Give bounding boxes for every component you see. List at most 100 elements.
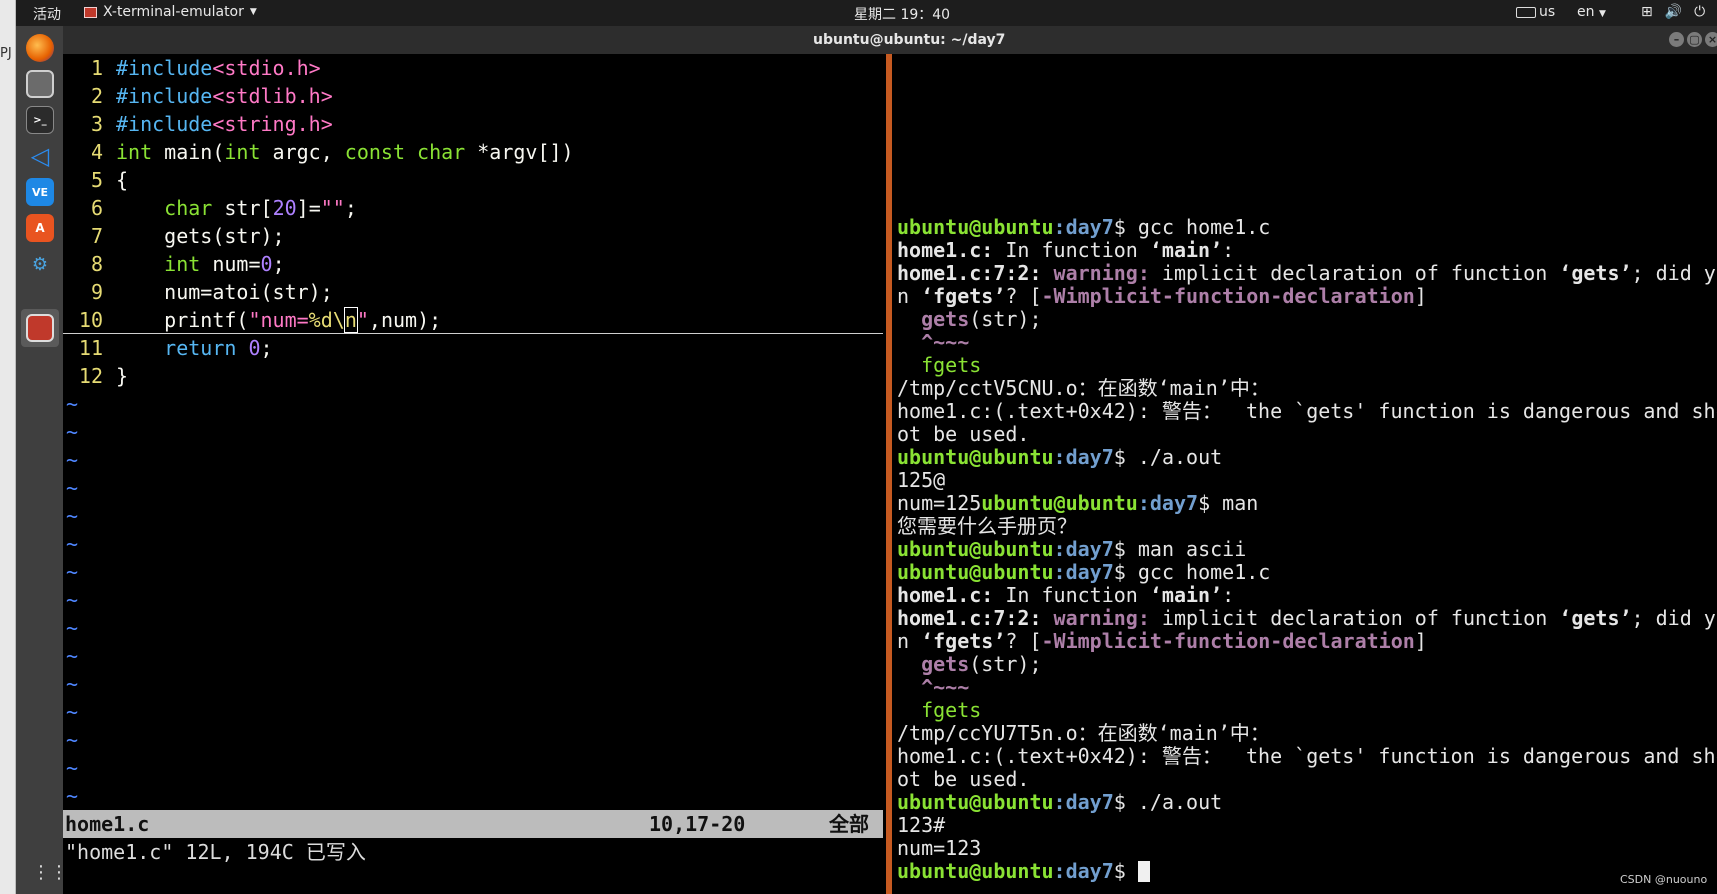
volume-icon[interactable]: 🔊 bbox=[1665, 4, 1682, 20]
empty-line-marker: ~ bbox=[66, 728, 79, 752]
code-line: 7 gets(str); bbox=[90, 224, 285, 248]
shell-line: gets(str); bbox=[921, 653, 1042, 676]
shell-line: ot be used. bbox=[897, 423, 1030, 446]
top-bar: 活动 X-terminal-emulator ▼ 星期二 19：40 us en… bbox=[16, 0, 1717, 26]
clock[interactable]: 星期二 19：40 bbox=[854, 4, 950, 24]
code-line: 5{ bbox=[90, 168, 129, 192]
shell-line: ot be used. bbox=[897, 768, 1030, 791]
left-window-strip: PJ bbox=[0, 0, 16, 894]
empty-line-marker: ~ bbox=[66, 644, 79, 668]
empty-line-marker: ~ bbox=[66, 672, 79, 696]
x-terminal-emulator-icon[interactable] bbox=[26, 314, 54, 342]
empty-line-marker: ~ bbox=[66, 588, 79, 612]
empty-line-marker: ~ bbox=[66, 420, 79, 444]
shell-line: ubuntu@ubuntu:day7$ bbox=[897, 860, 1717, 883]
maximize-icon[interactable]: ▢ bbox=[1687, 32, 1702, 47]
shell-line: fgets bbox=[921, 354, 982, 377]
chevron-down-icon: ▼ bbox=[1598, 9, 1606, 19]
shell-line: ubuntu@ubuntu:day7$ man ascii bbox=[897, 538, 1247, 561]
shell-line: /tmp/cctV5CNU.o：在函数‘main’中： bbox=[897, 377, 1270, 400]
empty-line-marker: ~ bbox=[66, 700, 79, 724]
shell-line: gets(str); bbox=[921, 308, 1042, 331]
left-strip-text: PJ bbox=[0, 46, 12, 61]
firefox-icon[interactable] bbox=[26, 34, 54, 62]
empty-line-marker: ~ bbox=[66, 756, 79, 780]
shell-line: ^~~~ bbox=[921, 676, 970, 699]
shell-line: num=125ubuntu@ubuntu:day7$ man bbox=[897, 492, 1259, 515]
terminal-icon[interactable]: >_ bbox=[26, 106, 54, 134]
shell-line: home1.c:(.text+0x42): 警告： the `gets' fun… bbox=[897, 400, 1717, 423]
input-language-menu[interactable]: en ▼ bbox=[1577, 4, 1606, 20]
empty-line-marker: ~ bbox=[66, 784, 79, 808]
status-scroll-position: 全部 bbox=[829, 812, 869, 836]
lang-label: en bbox=[1577, 4, 1595, 20]
empty-line-marker: ~ bbox=[66, 448, 79, 472]
dock: >_ ◁ VE A ⚙ ⋮⋮⋮ bbox=[16, 26, 86, 894]
shell-line: home1.c:7:2: warning: implicit declarati… bbox=[897, 262, 1717, 285]
shell-pane[interactable]: ubuntu@ubuntu:day7$ gcc home1.c home1.c:… bbox=[897, 216, 1717, 883]
shell-line: ubuntu@ubuntu:day7$ ./a.out bbox=[897, 446, 1223, 469]
empty-line-marker: ~ bbox=[66, 532, 79, 556]
keyboard-label: us bbox=[1539, 4, 1556, 20]
keyboard-indicator[interactable]: us bbox=[1516, 4, 1555, 20]
shell-line: 123# bbox=[897, 814, 946, 837]
text-cursor: n bbox=[343, 307, 358, 333]
shell-line: num=123 bbox=[897, 837, 982, 860]
status-filename: home1.c bbox=[65, 812, 150, 836]
network-icon[interactable]: ⊞ bbox=[1641, 4, 1653, 20]
vim-message-line: "home1.c" 12L, 194C 已写入 bbox=[65, 840, 366, 864]
window-titlebar[interactable]: ubuntu@ubuntu: ~/day7 – ▢ × bbox=[63, 26, 1717, 54]
shell-line: /tmp/ccYU7T5n.o：在函数‘main’中： bbox=[897, 722, 1270, 745]
terminal-app-icon bbox=[84, 6, 97, 18]
network-tool-icon[interactable]: ⚙ bbox=[26, 250, 54, 278]
close-icon[interactable]: × bbox=[1705, 32, 1717, 47]
shell-line: home1.c:7:2: warning: implicit declarati… bbox=[897, 607, 1717, 630]
app-menu[interactable]: X-terminal-emulator ▼ bbox=[84, 4, 257, 20]
app-menu-label: X-terminal-emulator bbox=[103, 4, 244, 20]
watermark: CSDN @nuouno bbox=[1620, 873, 1708, 886]
shell-line: ubuntu@ubuntu:day7$ ./a.out bbox=[897, 791, 1223, 814]
shell-line: home1.c: In function ‘main’: bbox=[897, 584, 1235, 607]
code-line: 2 #include<stdlib.h> bbox=[90, 84, 333, 108]
shell-line: n ‘fgets’? [-Wimplicit-function-declarat… bbox=[897, 285, 1427, 308]
chevron-down-icon: ▼ bbox=[249, 7, 257, 17]
empty-line-marker: ~ bbox=[66, 616, 79, 640]
empty-line-marker: ~ bbox=[66, 504, 79, 528]
code-line: 11 return 0; bbox=[78, 336, 273, 360]
software-center-icon[interactable]: A bbox=[26, 214, 54, 242]
vim-status-line: home1.c 10,17-20 全部 bbox=[63, 810, 883, 838]
status-cursor-position: 10,17-20 bbox=[649, 812, 746, 836]
code-line: 1 #include<stdio.h> bbox=[90, 56, 321, 80]
minimize-icon[interactable]: – bbox=[1669, 32, 1684, 47]
empty-line-marker: ~ bbox=[66, 392, 79, 416]
shell-line: 125@ bbox=[897, 469, 946, 492]
code-line: 3 #include<string.h> bbox=[90, 112, 333, 136]
code-line-current: 10 printf("num=%d\n",num); bbox=[63, 306, 883, 334]
code-line: 12} bbox=[78, 364, 129, 388]
files-icon[interactable] bbox=[26, 70, 54, 98]
shell-line: n ‘fgets’? [-Wimplicit-function-declarat… bbox=[897, 630, 1427, 653]
terminal-area[interactable]: 1 #include<stdio.h> 2 #include<stdlib.h> 3… bbox=[63, 54, 1717, 894]
code-line: 8 int num=0; bbox=[90, 252, 285, 276]
keyboard-icon bbox=[1516, 6, 1536, 18]
shell-line: ubuntu@ubuntu:day7$ gcc home1.c bbox=[897, 216, 1271, 239]
shell-line: 您需要什么手册页？ bbox=[897, 515, 1077, 538]
shell-line: home1.c: In function ‘main’: bbox=[897, 239, 1235, 262]
empty-line-marker: ~ bbox=[66, 476, 79, 500]
shell-line: home1.c:(.text+0x42): 警告： the `gets' fun… bbox=[897, 745, 1717, 768]
code-line: 9 num=atoi(str); bbox=[90, 280, 333, 304]
code-line: 4 int main(int argc, const char *argv[]) bbox=[90, 140, 574, 164]
system-tray[interactable]: ⊞ 🔊 ⏻ ▼ bbox=[1641, 4, 1717, 20]
pane-divider[interactable] bbox=[886, 54, 892, 894]
empty-line-marker: ~ bbox=[66, 560, 79, 584]
window-title: ubuntu@ubuntu: ~/day7 bbox=[813, 32, 1006, 48]
code-view[interactable]: 1 #include<stdio.h> 2 #include<stdlib.h> 3… bbox=[63, 54, 883, 810]
vmware-icon[interactable]: VE bbox=[26, 178, 54, 206]
vscode-icon[interactable]: ◁ bbox=[26, 142, 54, 170]
vim-pane[interactable]: 1 #include<stdio.h> 2 #include<stdlib.h> 3… bbox=[63, 54, 883, 894]
shell-line: ubuntu@ubuntu:day7$ gcc home1.c bbox=[897, 561, 1271, 584]
activities-button[interactable]: 活动 bbox=[33, 4, 61, 24]
terminal-cursor bbox=[1137, 861, 1150, 882]
window-controls: – ▢ × bbox=[1669, 32, 1717, 47]
power-icon[interactable]: ⏻ bbox=[1694, 4, 1705, 20]
